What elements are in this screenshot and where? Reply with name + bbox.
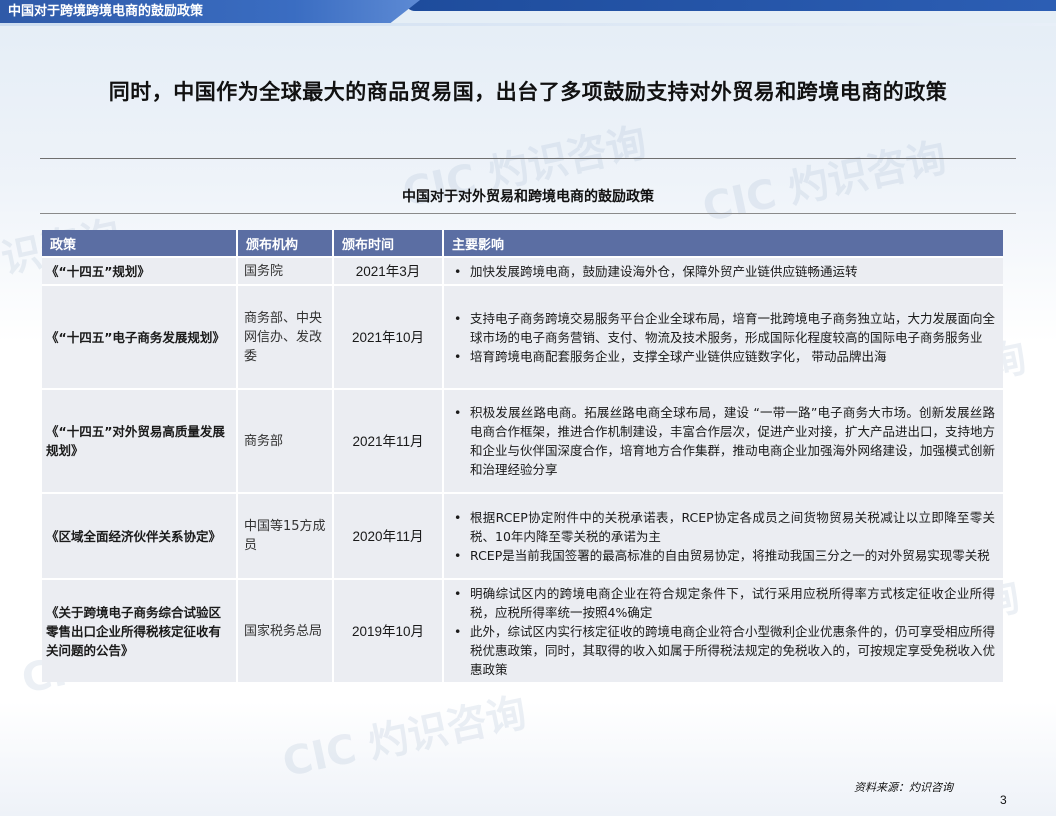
issue-date: 2021年10月 [334,284,444,388]
impact-item: 加快发展跨境电商，鼓励建设海外仓，保障外贸产业链供应链畅通运转 [452,262,995,281]
header-divider [0,23,1056,26]
issuing-org: 商务部 [238,388,334,492]
impact-item: 明确综试区内的跨境电商企业在符合规定条件下，试行采用应税所得率方式核定征收企业所… [452,584,995,622]
table-row: 《“十四五”规划》 国务院 2021年3月 加快发展跨境电商，鼓励建设海外仓，保… [42,256,1003,284]
impact-cell: 根据RCEP协定附件中的关税承诺表，RCEP协定各成员之间货物贸易关税减让以立即… [444,492,1003,578]
impact-cell: 支持电子商务跨境交易服务平台企业全球布局，培育一批跨境电子商务独立站，大力发展面… [444,284,1003,388]
header-accent-bar [405,0,1056,11]
watermark-logo: CIC 灼识咨询 [278,689,531,787]
impact-item: 积极发展丝路电商。拓展丝路电商全球布局，建设 “一带一路”电子商务大市场。创新发… [452,403,995,479]
table-title-divider [40,213,1016,214]
page-number: 3 [1000,793,1007,807]
impact-cell: 明确综试区内的跨境电商企业在符合规定条件下，试行采用应税所得率方式核定征收企业所… [444,578,1003,682]
column-header-impact: 主要影响 [444,230,1003,256]
impact-cell: 积极发展丝路电商。拓展丝路电商全球布局，建设 “一带一路”电子商务大市场。创新发… [444,388,1003,492]
slide-headline: 同时，中国作为全球最大的商品贸易国，出台了多项鼓励支持对外贸易和跨境电商的政策 [108,80,948,104]
table-row: 《“十四五”电子商务发展规划》 商务部、中央网信办、发改委 2021年10月 支… [42,284,1003,388]
impact-item: 支持电子商务跨境交易服务平台企业全球布局，培育一批跨境电子商务独立站，大力发展面… [452,309,995,347]
headline-divider [40,158,1016,159]
issuing-org: 商务部、中央网信办、发改委 [238,284,334,388]
table-title: 中国对于对外贸易和跨境电商的鼓励政策 [402,189,654,205]
impact-item: RCEP是当前我国签署的最高标准的自由贸易协定，将推动我国三分之一的对外贸易实现… [452,546,995,565]
policy-name: 《“十四五”对外贸易高质量发展规划》 [42,388,238,492]
issue-date: 2020年11月 [334,492,444,578]
policy-name: 《关于跨境电子商务综合试验区零售出口企业所得税核定征收有关问题的公告》 [42,578,238,682]
issuing-org: 国家税务总局 [238,578,334,682]
issuing-org: 中国等15方成员 [238,492,334,578]
watermark-logo: CIC 灼识咨询 [698,134,951,232]
table-row: 《“十四五”对外贸易高质量发展规划》 商务部 2021年11月 积极发展丝路电商… [42,388,1003,492]
issue-date: 2019年10月 [334,578,444,682]
issue-date: 2021年3月 [334,256,444,284]
table-header-row: 政策 颁布机构 颁布时间 主要影响 [42,230,1003,256]
policy-name: 《“十四五”规划》 [42,256,238,284]
policy-table: 政策 颁布机构 颁布时间 主要影响 《“十四五”规划》 国务院 2021年3月 … [42,230,1003,682]
table-row: 《关于跨境电子商务综合试验区零售出口企业所得税核定征收有关问题的公告》 国家税务… [42,578,1003,682]
impact-item: 此外，综试区内实行核定征收的跨境电商企业符合小型微利企业优惠条件的，仍可享受相应… [452,622,995,679]
issuing-org: 国务院 [238,256,334,284]
column-header-policy: 政策 [42,230,238,256]
column-header-org: 颁布机构 [238,230,334,256]
impact-cell: 加快发展跨境电商，鼓励建设海外仓，保障外贸产业链供应链畅通运转 [444,256,1003,284]
impact-item: 根据RCEP协定附件中的关税承诺表，RCEP协定各成员之间货物贸易关税减让以立即… [452,508,995,546]
issue-date: 2021年11月 [334,388,444,492]
section-tab-title: 中国对于跨境跨境电商的鼓励政策 [8,4,204,19]
source-note: 资料来源：灼识咨询 [854,781,953,794]
column-header-date: 颁布时间 [334,230,444,256]
section-tab: 中国对于跨境跨境电商的鼓励政策 [0,0,420,23]
table-row: 《区域全面经济伙伴关系协定》 中国等15方成员 2020年11月 根据RCEP协… [42,492,1003,578]
policy-name: 《区域全面经济伙伴关系协定》 [42,492,238,578]
policy-name: 《“十四五”电子商务发展规划》 [42,284,238,388]
impact-item: 培育跨境电商配套服务企业，支撑全球产业链供应链数字化， 带动品牌出海 [452,347,995,366]
